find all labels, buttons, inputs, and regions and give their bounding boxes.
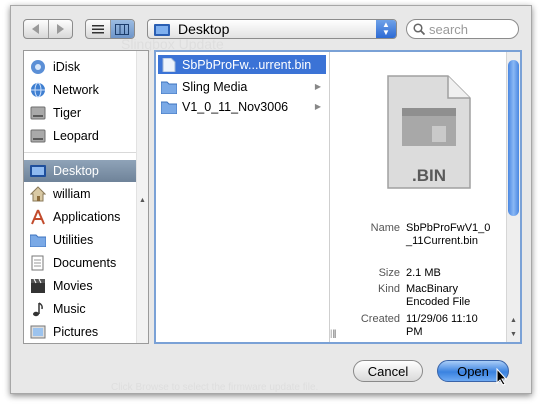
music-icon — [29, 300, 47, 318]
sidebar-item-idisk[interactable]: iDisk — [24, 56, 138, 78]
documents-icon — [29, 254, 47, 272]
mouse-pointer-icon — [496, 368, 508, 386]
ghost-hint: Click Browse to select the firmware upda… — [111, 382, 319, 393]
meta-created: Created 11/29/06 11:10 PM — [360, 313, 478, 338]
sidebar-item-movies[interactable]: Movies — [24, 275, 138, 297]
popup-arrows-icon: ▲ ▼ — [376, 20, 396, 38]
sidebar-item-documents[interactable]: Documents — [24, 252, 138, 274]
column-view-icon — [115, 23, 130, 35]
sidebar-item-network[interactable]: Network — [24, 79, 138, 101]
scroll-thumb[interactable] — [508, 60, 519, 216]
folder-icon — [161, 81, 177, 94]
search-field[interactable]: search — [406, 19, 519, 39]
disclosure-arrow-icon: ▶ — [314, 82, 321, 91]
open-file-dialog: Slingbox Update Click Browse to select t… — [10, 5, 532, 394]
home-icon — [29, 185, 47, 203]
file-document-icon — [162, 57, 176, 72]
file-row-folder[interactable]: Sling Media ▶ — [158, 77, 326, 96]
sidebar-item-tiger[interactable]: Tiger — [24, 102, 138, 124]
scroll-up-arrow-icon: ▲ — [139, 197, 146, 204]
bin-label: .BIN — [412, 166, 446, 185]
column-resize-handle[interactable]: || — [330, 328, 335, 338]
forward-arrow-icon — [56, 24, 64, 34]
file-row-selected[interactable]: SbPbProFw...urrent.bin — [158, 55, 326, 74]
movies-icon — [29, 277, 47, 295]
sidebar-item-applications[interactable]: Applications — [24, 206, 138, 228]
network-globe-icon — [29, 81, 47, 99]
sidebar-item-pictures[interactable]: Pictures — [24, 321, 138, 343]
applications-icon — [29, 208, 47, 226]
meta-size: Size 2.1 MB — [378, 267, 441, 279]
column-view-button[interactable] — [109, 20, 134, 38]
disclosure-arrow-icon: ▶ — [314, 102, 321, 111]
meta-kind: Kind MacBinary Encoded File — [377, 283, 471, 308]
sidebar: iDisk Network Tiger Leopard Desktop will… — [23, 50, 149, 344]
scroll-up-arrow-icon[interactable]: ▲ — [510, 317, 517, 324]
sidebar-item-utilities[interactable]: Utilities — [24, 229, 138, 251]
location-popup[interactable]: Desktop ▲ ▼ — [147, 19, 397, 39]
sidebar-divider — [24, 152, 138, 153]
back-arrow-icon — [32, 24, 40, 34]
forward-button[interactable] — [47, 20, 73, 38]
search-icon — [413, 23, 425, 35]
meta-name: Name SbPbProFwV1_0_11Current.bin — [370, 222, 491, 247]
desktop-icon — [29, 162, 47, 180]
sidebar-item-desktop[interactable]: Desktop — [24, 160, 138, 182]
list-view-button[interactable] — [86, 20, 110, 38]
history-nav — [23, 19, 73, 39]
view-toggle — [85, 19, 135, 39]
sidebar-scrollbar[interactable]: ▲ — [136, 51, 148, 343]
sidebar-item-music[interactable]: Music — [24, 298, 138, 320]
scroll-down-arrow-icon[interactable]: ▼ — [510, 331, 517, 338]
column-browser: SbPbProFw...urrent.bin Sling Media ▶ V1_… — [154, 50, 522, 344]
pictures-icon — [29, 323, 47, 341]
preview-pane: .BIN Name SbPbProFwV1_0_11Current.bin Si… — [330, 52, 510, 342]
file-row-folder[interactable]: V1_0_11_Nov3006 ▶ — [158, 97, 326, 116]
browser-scrollbar[interactable]: ▲ ▼ — [506, 52, 520, 342]
file-column: SbPbProFw...urrent.bin Sling Media ▶ V1_… — [156, 52, 337, 342]
sidebar-item-william[interactable]: william — [24, 183, 138, 205]
location-label: Desktop — [178, 21, 230, 37]
back-button[interactable] — [24, 20, 48, 38]
idisk-icon — [29, 58, 47, 76]
hard-drive-icon — [29, 127, 47, 145]
list-view-icon — [91, 24, 104, 33]
sidebar-item-leopard[interactable]: Leopard — [24, 125, 138, 147]
folder-icon — [161, 101, 177, 114]
bin-file-icon: .BIN — [387, 75, 471, 189]
search-placeholder: search — [429, 21, 469, 37]
folder-icon — [29, 231, 47, 249]
cancel-button[interactable]: Cancel — [353, 360, 423, 382]
hard-drive-icon — [29, 104, 47, 122]
desktop-folder-icon — [154, 23, 170, 36]
